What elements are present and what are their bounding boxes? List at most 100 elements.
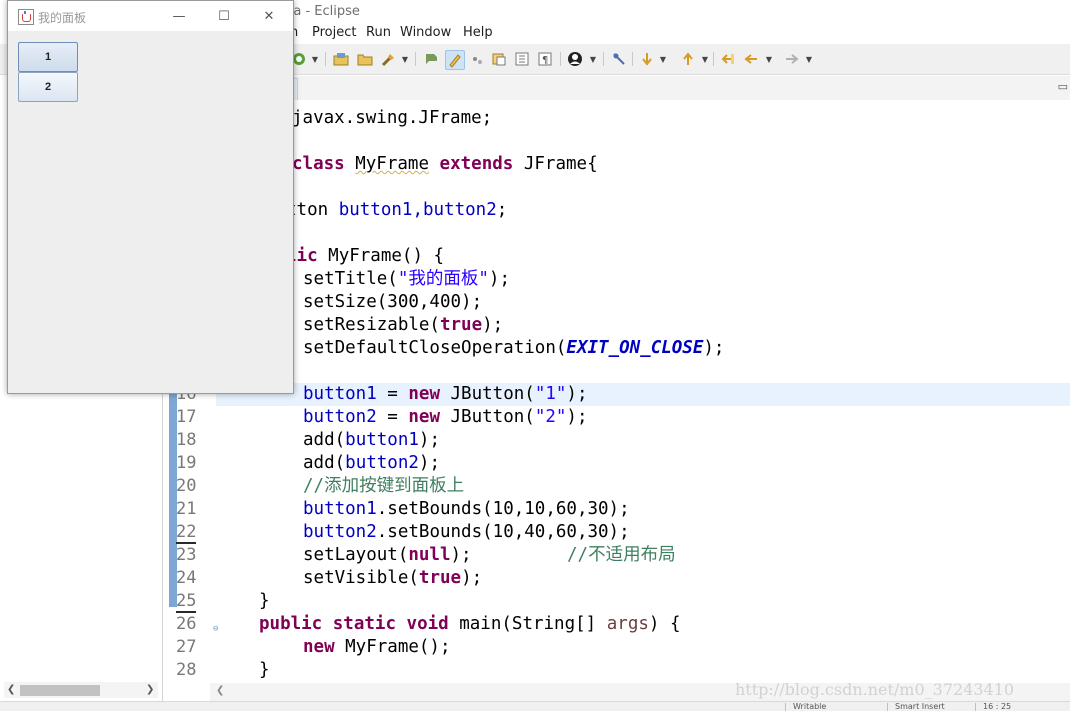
scroll-right-icon[interactable]: ❯: [146, 684, 154, 695]
code-text: );: [450, 545, 472, 565]
chevron-down-icon[interactable]: ▼: [659, 52, 667, 66]
code-line-fields: tton button1,button2;: [286, 199, 507, 222]
code-line-17: button2 = new JButton("2");: [303, 406, 588, 429]
swing-frame-window[interactable]: 我的面板 — ☐ ✕ 1 2: [7, 0, 294, 394]
chevron-down-icon[interactable]: ▼: [765, 52, 773, 66]
code-text: );: [566, 407, 588, 427]
scroll-left-icon[interactable]: ❮: [216, 685, 224, 696]
code-line-18: add(button1);: [303, 429, 440, 452]
word-wrap-icon[interactable]: [468, 50, 486, 68]
code-line-27: new MyFrame();: [303, 636, 451, 659]
code-text: add(: [303, 430, 346, 450]
menu-run[interactable]: Run: [366, 25, 391, 40]
code-text: setTitle(: [303, 269, 398, 289]
keyword-static: static: [332, 614, 396, 634]
toolbar-separator: [632, 52, 633, 66]
code-line-setdefaultclose: setDefaultCloseOperation(EXIT_ON_CLOSE);: [303, 337, 724, 360]
keyword-null: null: [408, 545, 451, 565]
field-ref: button2: [303, 407, 377, 427]
string-literal: "2": [534, 407, 567, 427]
close-icon[interactable]: ✕: [258, 5, 280, 27]
code-line-21: button1.setBounds(10,10,60,30);: [303, 498, 630, 521]
field-ref: button1: [345, 430, 419, 450]
block-selection-icon[interactable]: [490, 50, 508, 68]
show-whitespace-icon[interactable]: [513, 50, 531, 68]
editor-tabbar: ▭: [166, 76, 1070, 101]
watermark: http://blog.csdn.net/m0_37243410: [735, 680, 1015, 699]
next-annotation-icon[interactable]: [638, 50, 656, 68]
eclipse-window-title: ra - Eclipse: [288, 4, 360, 19]
forward-icon[interactable]: [783, 50, 801, 68]
chevron-down-icon[interactable]: ▼: [311, 52, 319, 66]
toolbar-separator: [560, 52, 561, 66]
paragraph-icon[interactable]: ¶: [536, 50, 554, 68]
class-name: MyFrame: [355, 154, 429, 174]
code-text: =: [376, 384, 409, 404]
code-text: add(: [303, 453, 346, 473]
code-line-22: button2.setBounds(10,40,60,30);: [303, 521, 630, 544]
annotation-icon[interactable]: [422, 50, 440, 68]
java-coffee-icon: [18, 9, 34, 25]
code-text: );: [418, 453, 440, 473]
code-text: );: [418, 430, 440, 450]
code-text: ) {: [648, 614, 681, 634]
last-edit-icon[interactable]: [719, 50, 737, 68]
chevron-down-icon[interactable]: ▼: [805, 52, 813, 66]
code-line-class-decl: class MyFrame extends JFrame{: [292, 153, 598, 176]
menu-window[interactable]: Window: [400, 25, 451, 40]
superclass-name: JFrame{: [523, 154, 598, 174]
keyword-extends: extends: [439, 154, 514, 174]
keyword-new: new: [303, 637, 335, 657]
open-type-icon[interactable]: [332, 50, 350, 68]
code-line-24: setVisible(true);: [303, 567, 482, 590]
code-text: .setBounds(10,40,60,30);: [376, 522, 630, 542]
keyword-true: true: [418, 568, 462, 588]
previous-annotation-icon[interactable]: [679, 50, 697, 68]
keyword-class: class: [292, 154, 345, 174]
maximize-icon[interactable]: ☐: [213, 5, 235, 27]
field-ref: button1: [303, 499, 377, 519]
keyword-true: true: [439, 315, 483, 335]
code-line-import: javax.swing.JFrame;: [292, 107, 492, 130]
keyword-new: new: [408, 407, 440, 427]
field-ref: button2: [345, 453, 419, 473]
editor-minimize-icon[interactable]: ▭: [1058, 80, 1068, 93]
code-text: );: [566, 384, 588, 404]
code-area[interactable]: javax.swing.JFrame; class MyFrame extend…: [166, 100, 1070, 683]
code-line-26: public static void main(String[] args) {: [259, 613, 681, 636]
pin-icon[interactable]: [610, 50, 628, 68]
left-panel-hscrollbar[interactable]: ❮ ❯: [4, 682, 158, 698]
semicolon: ;: [496, 200, 508, 220]
string-literal: "我的面板": [397, 269, 489, 289]
code-text: );: [488, 269, 510, 289]
minimize-icon[interactable]: —: [168, 5, 190, 27]
swing-button-2[interactable]: 2: [18, 72, 78, 102]
code-line-20-comment: //添加按键到面板上: [303, 476, 465, 496]
field-ref: button2: [303, 522, 377, 542]
user-icon[interactable]: [566, 50, 584, 68]
scroll-thumb[interactable]: [20, 685, 100, 696]
scroll-left-icon[interactable]: ❮: [7, 684, 15, 695]
constant-exit-on-close: EXIT_ON_CLOSE: [566, 338, 704, 358]
open-folder-icon[interactable]: [356, 50, 374, 68]
swing-titlebar[interactable]: 我的面板 — ☐ ✕: [8, 1, 293, 31]
chevron-down-icon[interactable]: ▼: [701, 52, 709, 66]
code-text: setResizable(: [303, 315, 440, 335]
back-icon[interactable]: [742, 50, 760, 68]
swing-button-1[interactable]: 1: [18, 42, 78, 72]
code-text: setDefaultCloseOperation(: [303, 338, 567, 358]
code-text: setVisible(: [303, 568, 419, 588]
java-editor[interactable]: 16 17 18 19 20 21 22 23 24 25 26 ⊖ 27 28…: [166, 100, 1070, 683]
keyword-public: public: [259, 614, 323, 634]
code-text: .setBounds(10,10,60,30);: [376, 499, 630, 519]
code-text: setSize(300,400);: [303, 292, 483, 312]
chevron-down-icon[interactable]: ▼: [589, 52, 597, 66]
menu-project[interactable]: Project: [312, 25, 356, 40]
code-line-19: add(button2);: [303, 452, 440, 475]
highlight-toggle-icon[interactable]: [445, 50, 465, 70]
code-line-setresizable: setResizable(true);: [303, 314, 503, 337]
search-torch-icon[interactable]: [380, 50, 398, 68]
chevron-down-icon[interactable]: ▼: [401, 52, 409, 66]
menu-help[interactable]: Help: [463, 25, 493, 40]
code-line-23-comment: //不适用布局: [567, 545, 676, 565]
